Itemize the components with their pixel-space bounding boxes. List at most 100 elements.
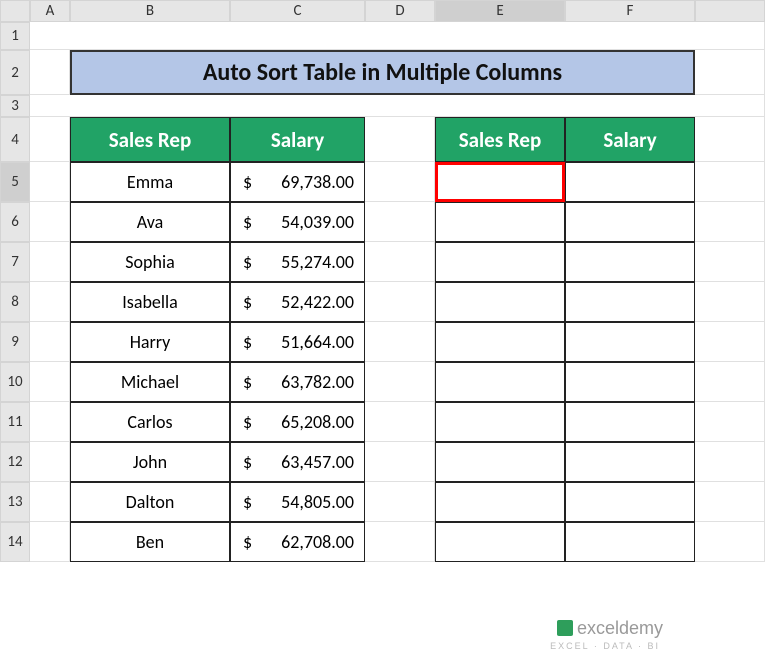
empty-cell[interactable]: [435, 282, 565, 322]
cell[interactable]: [365, 522, 435, 562]
cell[interactable]: [365, 242, 435, 282]
cell[interactable]: [30, 442, 70, 482]
row-header-8[interactable]: 8: [0, 282, 30, 322]
rep-name[interactable]: Carlos: [70, 402, 230, 442]
cell[interactable]: [695, 362, 765, 402]
row-header-14[interactable]: 14: [0, 522, 30, 562]
col-header-F[interactable]: F: [565, 0, 695, 22]
row-header-9[interactable]: 9: [0, 322, 30, 362]
cell[interactable]: [365, 442, 435, 482]
rep-salary[interactable]: $63,782.00: [230, 362, 365, 402]
rep-name[interactable]: Isabella: [70, 282, 230, 322]
cell[interactable]: [695, 322, 765, 362]
cell[interactable]: [30, 242, 70, 282]
rep-name[interactable]: Emma: [70, 162, 230, 202]
cell[interactable]: [695, 402, 765, 442]
col-header-D[interactable]: D: [365, 0, 435, 22]
col-header-A[interactable]: A: [30, 0, 70, 22]
cell[interactable]: [30, 282, 70, 322]
empty-cell[interactable]: [565, 282, 695, 322]
cell[interactable]: [30, 50, 70, 95]
rep-salary[interactable]: $69,738.00: [230, 162, 365, 202]
header-sales-rep-1[interactable]: Sales Rep: [70, 117, 230, 162]
row-header-11[interactable]: 11: [0, 402, 30, 442]
header-salary-2[interactable]: Salary: [565, 117, 695, 162]
row-header-7[interactable]: 7: [0, 242, 30, 282]
title-merged-cell[interactable]: Auto Sort Table in Multiple Columns: [70, 50, 695, 95]
empty-cell[interactable]: [435, 362, 565, 402]
empty-cell[interactable]: [435, 402, 565, 442]
cell[interactable]: [695, 50, 765, 95]
row-header-1[interactable]: 1: [0, 22, 30, 50]
cell[interactable]: [30, 482, 70, 522]
cell[interactable]: [365, 282, 435, 322]
rep-name[interactable]: Michael: [70, 362, 230, 402]
header-salary-1[interactable]: Salary: [230, 117, 365, 162]
cell[interactable]: [695, 162, 765, 202]
cell[interactable]: [695, 282, 765, 322]
cell[interactable]: [30, 22, 765, 50]
empty-cell[interactable]: [435, 442, 565, 482]
select-all-corner[interactable]: [0, 0, 30, 22]
cell[interactable]: [30, 322, 70, 362]
cell[interactable]: [30, 202, 70, 242]
rep-name[interactable]: Dalton: [70, 482, 230, 522]
rep-salary[interactable]: $54,805.00: [230, 482, 365, 522]
cell[interactable]: [695, 202, 765, 242]
empty-cell[interactable]: [435, 242, 565, 282]
empty-cell[interactable]: [565, 402, 695, 442]
empty-cell[interactable]: [435, 202, 565, 242]
empty-cell[interactable]: [565, 482, 695, 522]
col-header-E[interactable]: E: [435, 0, 565, 22]
cell[interactable]: [365, 362, 435, 402]
rep-salary[interactable]: $52,422.00: [230, 282, 365, 322]
cell[interactable]: [695, 442, 765, 482]
rep-salary[interactable]: $51,664.00: [230, 322, 365, 362]
empty-cell[interactable]: [435, 322, 565, 362]
cell[interactable]: [695, 522, 765, 562]
row-header-5[interactable]: 5: [0, 162, 30, 202]
empty-cell[interactable]: [565, 202, 695, 242]
cell[interactable]: [365, 202, 435, 242]
cell[interactable]: [30, 362, 70, 402]
cell[interactable]: [365, 482, 435, 522]
col-header-blank[interactable]: [695, 0, 765, 22]
empty-cell[interactable]: [565, 362, 695, 402]
cell[interactable]: [365, 322, 435, 362]
empty-cell[interactable]: [565, 162, 695, 202]
cell[interactable]: [365, 402, 435, 442]
rep-salary[interactable]: $63,457.00: [230, 442, 365, 482]
empty-cell[interactable]: [435, 522, 565, 562]
cell[interactable]: [695, 117, 765, 162]
cell[interactable]: [30, 95, 765, 117]
cell[interactable]: [365, 117, 435, 162]
row-header-12[interactable]: 12: [0, 442, 30, 482]
rep-salary[interactable]: $55,274.00: [230, 242, 365, 282]
rep-name[interactable]: Sophia: [70, 242, 230, 282]
row-header-4[interactable]: 4: [0, 117, 30, 162]
col-header-C[interactable]: C: [230, 0, 365, 22]
cell[interactable]: [30, 162, 70, 202]
cell[interactable]: [695, 482, 765, 522]
rep-name[interactable]: Ben: [70, 522, 230, 562]
empty-cell[interactable]: [435, 482, 565, 522]
empty-cell[interactable]: [565, 322, 695, 362]
row-header-3[interactable]: 3: [0, 95, 30, 117]
rep-salary[interactable]: $54,039.00: [230, 202, 365, 242]
empty-cell[interactable]: [565, 242, 695, 282]
active-cell-E5[interactable]: [435, 162, 565, 202]
rep-salary[interactable]: $65,208.00: [230, 402, 365, 442]
rep-name[interactable]: Ava: [70, 202, 230, 242]
rep-salary[interactable]: $62,708.00: [230, 522, 365, 562]
empty-cell[interactable]: [565, 522, 695, 562]
empty-cell[interactable]: [565, 442, 695, 482]
row-header-2[interactable]: 2: [0, 50, 30, 95]
cell[interactable]: [365, 162, 435, 202]
cell[interactable]: [695, 242, 765, 282]
row-header-13[interactable]: 13: [0, 482, 30, 522]
row-header-10[interactable]: 10: [0, 362, 30, 402]
cell[interactable]: [30, 522, 70, 562]
header-sales-rep-2[interactable]: Sales Rep: [435, 117, 565, 162]
row-header-6[interactable]: 6: [0, 202, 30, 242]
rep-name[interactable]: Harry: [70, 322, 230, 362]
